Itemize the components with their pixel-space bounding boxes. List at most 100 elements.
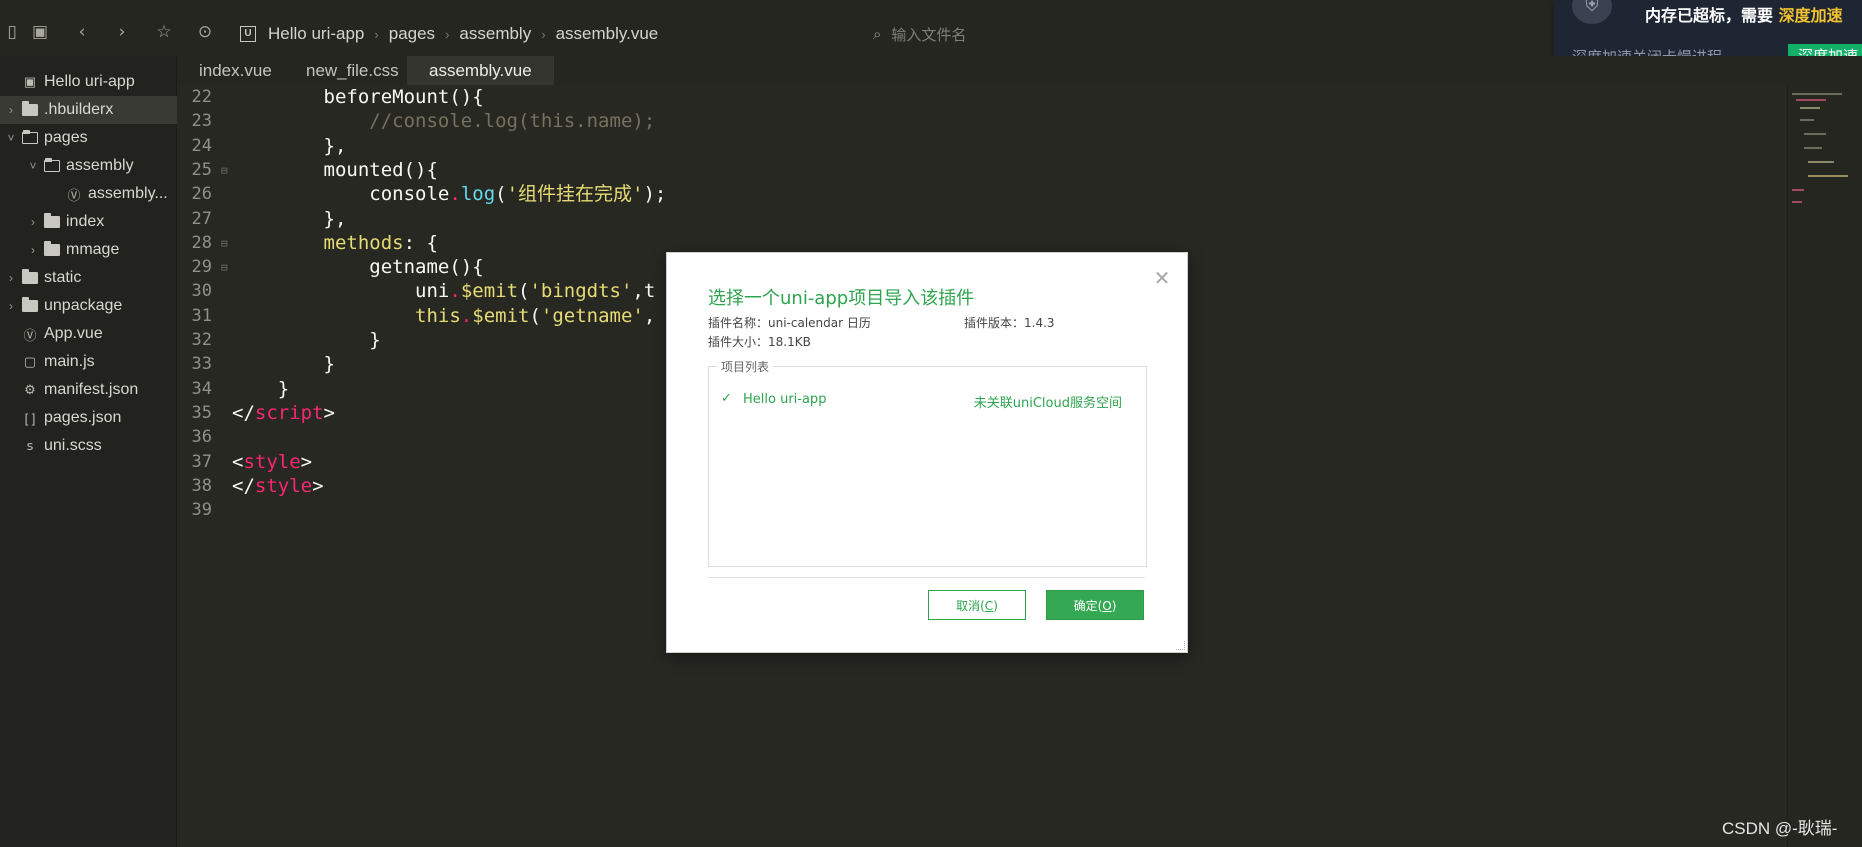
code-token: methods [323, 231, 404, 254]
sidebar-item-mmage[interactable]: › mmage [0, 236, 202, 264]
sidebar-item-uni-scss[interactable]: ꜱ uni.scss [0, 432, 180, 460]
sidebar-item-label: main.js [44, 353, 95, 370]
line-number: 39 [191, 500, 212, 521]
chevron-right-icon[interactable]: › [26, 243, 40, 257]
folder-icon [22, 101, 38, 116]
code-token: '组件挂在完成' [506, 183, 644, 206]
import-plugin-dialog: 选择一个uni-app项目导入该插件 ✕ 插件名称：uni-calendar 日… [667, 253, 1187, 652]
dialog-title: 选择一个uni-app项目导入该插件 [708, 288, 975, 309]
sidebar-item-static[interactable]: › static [0, 264, 180, 292]
chevron-down-icon[interactable]: ˅ [4, 131, 18, 145]
code-token: getname(){ [369, 256, 484, 279]
breadcrumb: U Hello uri-app › pages › assembly › ass… [240, 23, 658, 45]
forward-icon[interactable]: › [110, 21, 134, 43]
minimap-line [1792, 201, 1802, 203]
sidebar-item-label: assembly... [88, 185, 168, 202]
csdn-watermark: CSDN @-耿瑞- [1722, 819, 1838, 838]
code-token: }, [323, 207, 347, 230]
sidebar-item-label: unpackage [44, 297, 123, 314]
code-token: beforeMount(){ [323, 86, 484, 108]
js-file-icon: ▢ [23, 354, 37, 369]
code-token: console [369, 183, 450, 206]
code-token: style [243, 450, 301, 473]
sidebar-item-pages-json[interactable]: [ ] pages.json [0, 404, 180, 432]
project-name: Hello uri-app [743, 392, 827, 407]
folder-icon [22, 269, 38, 284]
folder-icon [44, 241, 60, 256]
manifest-file-icon: ⚙ [24, 382, 36, 397]
resize-grip-icon[interactable] [1176, 641, 1185, 650]
folder-icon [44, 213, 60, 228]
minimap-line [1804, 133, 1826, 135]
save-icon[interactable]: ▣ [28, 21, 52, 43]
code-token: </ [232, 401, 255, 424]
chevron-right-icon[interactable]: › [4, 103, 18, 117]
folder-open-icon [44, 158, 60, 172]
code-token: script [254, 401, 324, 424]
breadcrumb-assembly[interactable]: assembly [459, 24, 531, 44]
check-icon: ✓ [721, 391, 732, 406]
sidebar-item-label: mmage [66, 241, 120, 258]
editor-tabs: index.vue new_file.css assembly.vue [177, 56, 1862, 85]
sidebar-item-hello-uri-app[interactable]: ▣ Hello uri-app [0, 68, 180, 96]
chevron-down-icon[interactable]: ˅ [26, 159, 40, 173]
file-search-input[interactable]: ⌕ 输入文件名 [873, 23, 966, 45]
code-token: . [449, 280, 461, 303]
sidebar-toggle-icon[interactable]: ▯ [0, 21, 24, 43]
sidebar-item-label: uni.scss [44, 437, 102, 454]
vue-file-icon: Ⓥ [23, 327, 37, 343]
sidebar-item-main-js[interactable]: ▢ main.js [0, 348, 180, 376]
breadcrumb-project[interactable]: Hello uri-app [268, 24, 364, 44]
tab-new-file-css[interactable]: new_file.css [284, 56, 421, 85]
breadcrumb-file[interactable]: assembly.vue [556, 24, 659, 44]
code-token: ); [643, 183, 667, 206]
back-icon[interactable]: ‹ [70, 21, 94, 43]
cancel-button[interactable]: 取消(C) [928, 590, 1026, 620]
code-token: } [277, 377, 290, 400]
code-token: //console.log(this.name); [369, 110, 656, 133]
sidebar-item-hbuilderx[interactable]: › .hbuilderx [0, 96, 180, 124]
sidebar-item-unpackage[interactable]: › unpackage [0, 292, 180, 320]
sidebar-item-label: pages [44, 129, 88, 146]
file-search-icon: ⌕ [873, 25, 882, 43]
project-row[interactable]: ✓ Hello uri-app 未关联uniCloud服务空间 [721, 391, 1136, 411]
minimap-line [1808, 175, 1848, 177]
project-icon: U [240, 26, 256, 42]
code-token: : { [403, 231, 438, 254]
minimap-line [1804, 147, 1822, 149]
sidebar-item-app-vue[interactable]: Ⓥ App.vue [0, 320, 180, 348]
project-list: 项目列表 ✓ Hello uri-app 未关联uniCloud服务空间 [708, 358, 1147, 567]
code-token: this [415, 304, 461, 327]
breadcrumb-pages[interactable]: pages [389, 24, 435, 44]
file-search-placeholder: 输入文件名 [891, 25, 967, 44]
chevron-right-icon[interactable]: › [4, 299, 18, 313]
plugin-version: 插件版本：1.4.3 [964, 316, 1055, 330]
notification-highlight: 深度加速 [1778, 6, 1843, 25]
confirm-button[interactable]: 确定(O) [1046, 590, 1144, 620]
close-icon[interactable]: ✕ [1151, 267, 1173, 289]
code-token: </ [232, 474, 255, 497]
code-token: > [312, 474, 324, 497]
sidebar-item-label: .hbuilderx [44, 101, 114, 118]
run-icon[interactable]: ⊙ [193, 21, 217, 43]
minimap[interactable] [1787, 85, 1862, 847]
vue-file-icon: Ⓥ [67, 187, 81, 203]
tab-index-vue[interactable]: index.vue [177, 56, 294, 85]
sidebar-item-pages[interactable]: ˅ pages [0, 124, 180, 152]
code-token: ,t [632, 280, 656, 303]
chevron-right-icon[interactable]: › [26, 215, 40, 229]
sidebar-item-assembly[interactable]: ˅ assembly [0, 152, 202, 180]
sidebar-item-manifest-json[interactable]: ⚙ manifest.json [0, 376, 180, 404]
tab-assembly-vue[interactable]: assembly.vue [407, 56, 554, 85]
sidebar-item-label: Hello uri-app [44, 73, 135, 90]
chevron-right-icon[interactable]: › [4, 271, 18, 285]
star-icon[interactable]: ☆ [152, 21, 176, 43]
plugin-size: 插件大小：18.1KB [708, 335, 811, 349]
code-token: style [254, 474, 313, 497]
scss-file-icon: ꜱ [26, 438, 34, 453]
sidebar-item-index[interactable]: › index [0, 208, 202, 236]
